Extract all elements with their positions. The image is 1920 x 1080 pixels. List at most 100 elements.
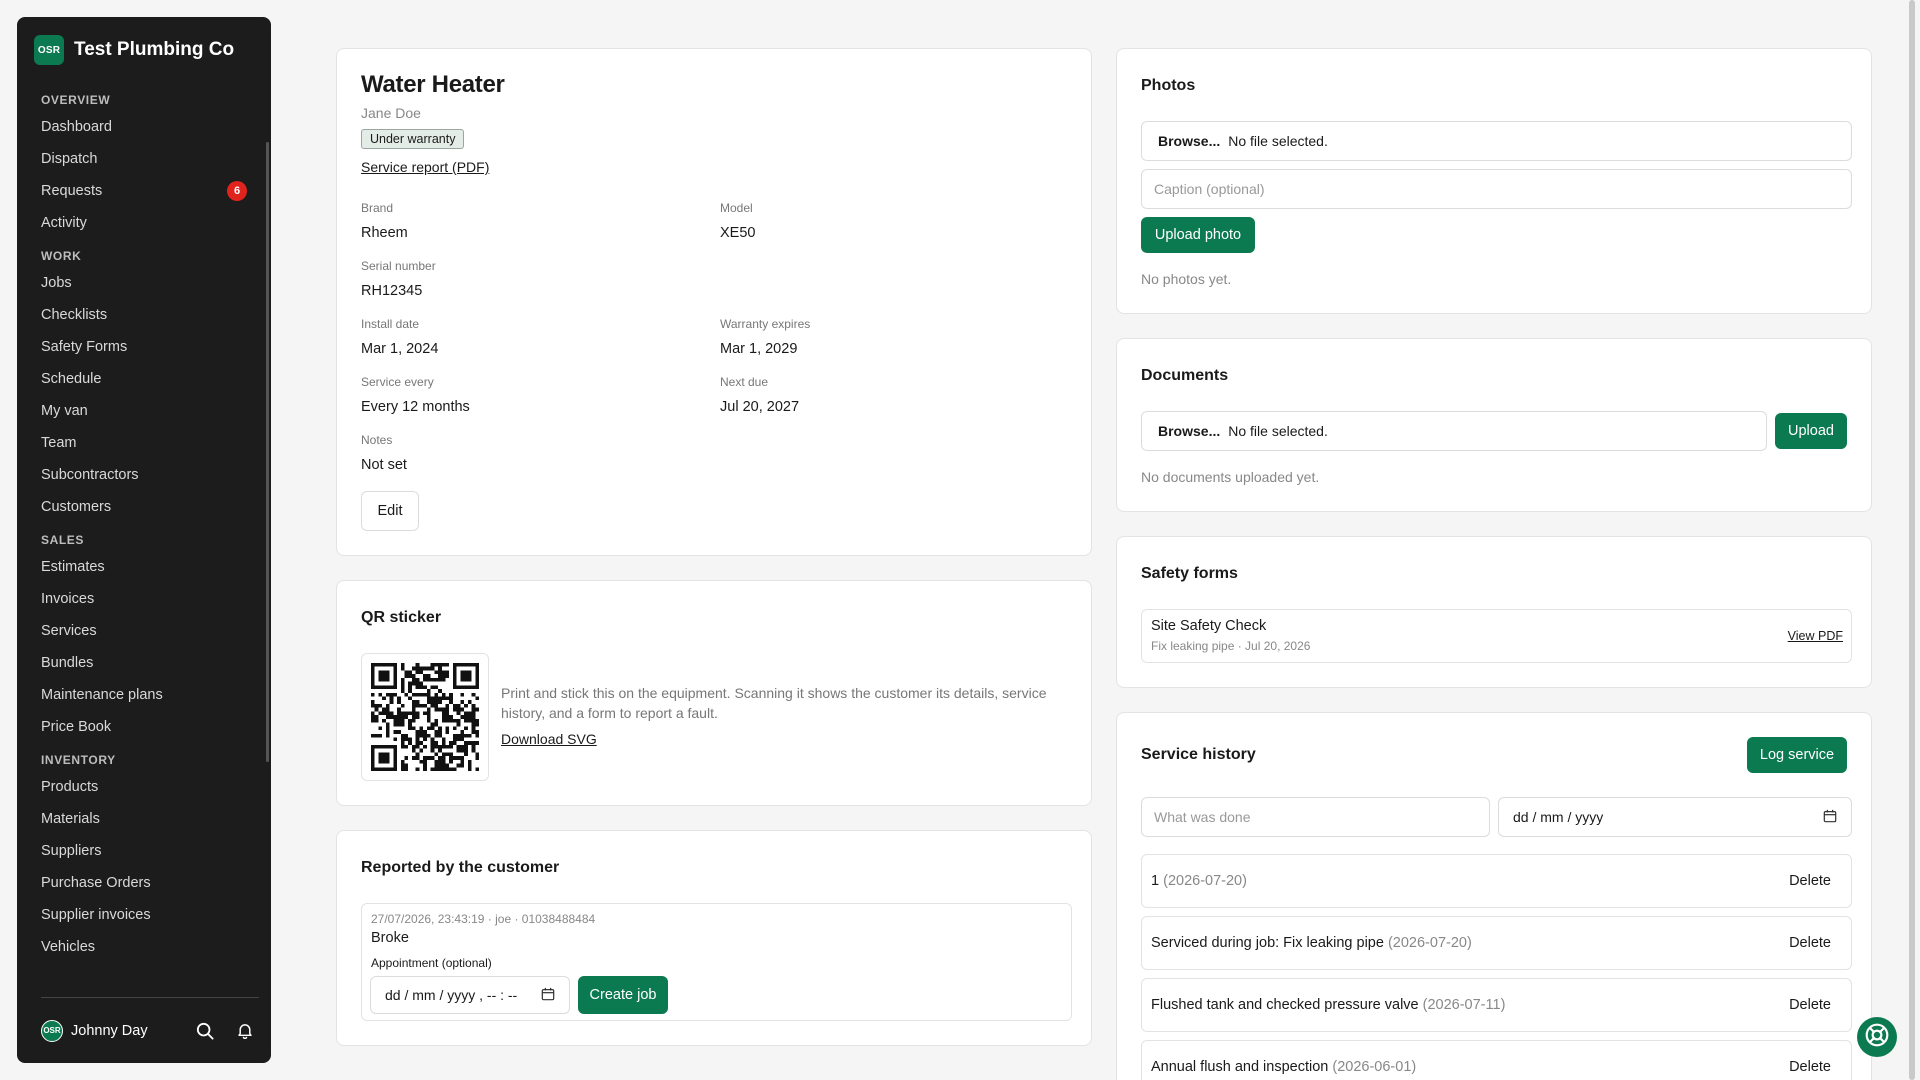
upload-document-button[interactable]: Upload bbox=[1775, 413, 1847, 449]
section-sales: SALES bbox=[41, 533, 85, 547]
reported-title: Reported by the customer bbox=[361, 859, 560, 876]
create-job-button[interactable]: Create job bbox=[578, 976, 668, 1014]
qr-description: Print and stick this on the equipment. S… bbox=[501, 685, 1047, 721]
install-date-label: Install date bbox=[361, 317, 420, 331]
help-button[interactable] bbox=[1857, 1017, 1897, 1057]
notes-value: Not set bbox=[361, 457, 407, 473]
delete-button[interactable]: Delete bbox=[1789, 1059, 1831, 1075]
sidebar-item-products[interactable]: Products bbox=[17, 771, 271, 803]
brand[interactable]: OSR Test Plumbing Co bbox=[17, 17, 271, 79]
brand-value: Rheem bbox=[361, 225, 408, 241]
avatar[interactable]: OSR bbox=[41, 1019, 63, 1042]
next-due-label: Next due bbox=[720, 375, 769, 389]
serial-value: RH12345 bbox=[361, 283, 423, 299]
model-value: XE50 bbox=[720, 225, 756, 241]
page-scrollbar[interactable] bbox=[1902, 0, 1920, 1080]
photo-file-input[interactable]: Browse... No file selected. bbox=[1141, 121, 1852, 161]
photo-browse-button[interactable]: Browse... bbox=[1158, 133, 1220, 149]
sidebar-item-maintenance-plans[interactable]: Maintenance plans bbox=[17, 679, 271, 711]
bell-icon[interactable] bbox=[231, 1017, 259, 1045]
sidebar-item-price-book[interactable]: Price Book bbox=[17, 711, 271, 743]
sidebar-item-suppliers[interactable]: Suppliers bbox=[17, 835, 271, 867]
sidebar-scrollbar[interactable] bbox=[266, 142, 269, 762]
what-was-done-input[interactable]: What was done bbox=[1141, 797, 1490, 837]
report-text: Broke bbox=[371, 930, 409, 946]
history-row: Serviced during job: Fix leaking pipe (2… bbox=[1141, 916, 1852, 970]
equipment-owner[interactable]: Jane Doe bbox=[361, 105, 421, 121]
download-svg-link[interactable]: Download SVG bbox=[501, 731, 597, 747]
history-row: Flushed tank and checked pressure valve … bbox=[1141, 978, 1852, 1032]
install-date-value: Mar 1, 2024 bbox=[361, 341, 439, 357]
calendar-icon[interactable] bbox=[1823, 809, 1837, 826]
sidebar-item-subcontractors[interactable]: Subcontractors bbox=[17, 459, 271, 491]
sidebar-item-purchase-orders[interactable]: Purchase Orders bbox=[17, 867, 271, 899]
sidebar-item-requests[interactable]: Requests 6 bbox=[17, 175, 271, 207]
qr-title: QR sticker bbox=[361, 609, 442, 626]
sidebar-item-invoices[interactable]: Invoices bbox=[17, 583, 271, 615]
notes-label: Notes bbox=[361, 433, 393, 447]
photos-empty: No photos yet. bbox=[1141, 271, 1232, 287]
safety-forms-card: Safety forms Site Safety Check Fix leaki… bbox=[1116, 536, 1872, 688]
serial-label: Serial number bbox=[361, 259, 436, 273]
delete-button[interactable]: Delete bbox=[1789, 997, 1831, 1013]
sidebar-item-materials[interactable]: Materials bbox=[17, 803, 271, 835]
safety-forms-title: Safety forms bbox=[1141, 565, 1238, 582]
document-file-input[interactable]: Browse... No file selected. bbox=[1141, 411, 1767, 451]
model-label: Model bbox=[720, 201, 753, 215]
safety-form-sub: Fix leaking pipe · Jul 20, 2026 bbox=[1151, 639, 1311, 653]
sidebar-item-bundles[interactable]: Bundles bbox=[17, 647, 271, 679]
sidebar-nav: OVERVIEW Dashboard Dispatch Requests 6 Ac… bbox=[17, 79, 271, 1019]
sidebar-item-safety-forms[interactable]: Safety Forms bbox=[17, 331, 271, 363]
service-history-title: Service history bbox=[1141, 746, 1256, 763]
sidebar-item-activity[interactable]: Activity bbox=[17, 207, 271, 239]
sidebar-item-vehicles[interactable]: Vehicles bbox=[17, 931, 271, 963]
delete-button[interactable]: Delete bbox=[1789, 873, 1831, 889]
caption-input[interactable]: Caption (optional) bbox=[1141, 169, 1852, 209]
view-pdf-link[interactable]: View PDF bbox=[1788, 629, 1843, 643]
safety-form-name: Site Safety Check bbox=[1151, 618, 1267, 634]
photos-card: Photos Browse... No file selected. Capti… bbox=[1116, 48, 1872, 314]
documents-empty: No documents uploaded yet. bbox=[1141, 469, 1320, 485]
equipment-title: Water Heater bbox=[361, 71, 505, 98]
sidebar-item-my-van[interactable]: My van bbox=[17, 395, 271, 427]
equipment-card: Water Heater Jane Doe Under warranty Ser… bbox=[336, 48, 1092, 556]
sidebar-item-team[interactable]: Team bbox=[17, 427, 271, 459]
sidebar-item-services[interactable]: Services bbox=[17, 615, 271, 647]
user-name[interactable]: Johnny Day bbox=[71, 1023, 179, 1039]
sidebar-item-dispatch[interactable]: Dispatch bbox=[17, 143, 271, 175]
document-browse-button[interactable]: Browse... bbox=[1158, 423, 1220, 439]
log-service-button[interactable]: Log service bbox=[1747, 737, 1847, 773]
section-inventory: INVENTORY bbox=[41, 753, 116, 767]
calendar-icon[interactable] bbox=[541, 987, 555, 1004]
report-meta: 27/07/2026, 23:43:19 · joe · 01038488484 bbox=[371, 912, 596, 926]
sidebar-item-dashboard[interactable]: Dashboard bbox=[17, 111, 271, 143]
documents-card: Documents Browse... No file selected. Up… bbox=[1116, 338, 1872, 512]
sidebar-item-schedule[interactable]: Schedule bbox=[17, 363, 271, 395]
warranty-expires-value: Mar 1, 2029 bbox=[720, 341, 798, 357]
sidebar-item-jobs[interactable]: Jobs bbox=[17, 267, 271, 299]
brand-name: Test Plumbing Co bbox=[74, 39, 235, 60]
page-scrollbar-thumb[interactable] bbox=[1909, 0, 1915, 1080]
reported-card: Reported by the customer 27/07/2026, 23:… bbox=[336, 830, 1092, 1046]
delete-button[interactable]: Delete bbox=[1789, 935, 1831, 951]
section-overview: OVERVIEW bbox=[41, 93, 111, 107]
sidebar: OSR Test Plumbing Co OVERVIEW Dashboard … bbox=[17, 17, 271, 1063]
service-every-label: Service every bbox=[361, 375, 434, 389]
photos-title: Photos bbox=[1141, 77, 1196, 94]
brand-logo: OSR bbox=[34, 35, 64, 65]
sidebar-item-customers[interactable]: Customers bbox=[17, 491, 271, 523]
appointment-datetime-input[interactable]: dd / mm / yyyy , -- : -- bbox=[370, 976, 570, 1014]
search-icon[interactable] bbox=[191, 1017, 219, 1045]
upload-photo-button[interactable]: Upload photo bbox=[1141, 217, 1255, 253]
service-date-input[interactable]: dd / mm / yyyy bbox=[1498, 797, 1852, 837]
sidebar-item-estimates[interactable]: Estimates bbox=[17, 551, 271, 583]
sidebar-item-supplier-invoices[interactable]: Supplier invoices bbox=[17, 899, 271, 931]
qr-code bbox=[371, 663, 479, 771]
sidebar-item-checklists[interactable]: Checklists bbox=[17, 299, 271, 331]
history-row: 1 (2026-07-20) Delete bbox=[1141, 854, 1852, 908]
section-work: WORK bbox=[41, 249, 82, 263]
history-row: Annual flush and inspection (2026-06-01)… bbox=[1141, 1040, 1852, 1080]
report-item: 27/07/2026, 23:43:19 · joe · 01038488484… bbox=[361, 903, 1072, 1021]
service-report-link[interactable]: Service report (PDF) bbox=[361, 159, 489, 175]
edit-button[interactable]: Edit bbox=[361, 491, 419, 531]
